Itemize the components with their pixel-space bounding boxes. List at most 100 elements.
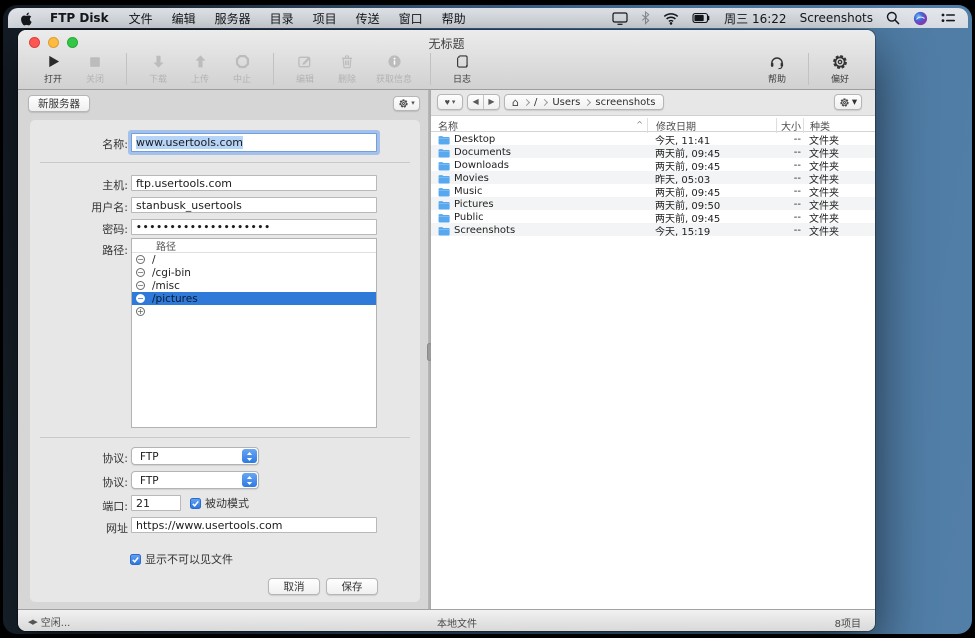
browser-toolbar: ♥ ▾ ◀ ▶ ⌂ / Users screenshots: [431, 90, 875, 116]
cancel-button[interactable]: 取消: [268, 578, 320, 595]
abort-button[interactable]: 中止: [223, 52, 261, 85]
file-row[interactable]: Downloads 两天前, 09:45 -- 文件夹: [431, 158, 875, 171]
content-area: 新服务器 ▾ 名称: www.usertools.com 主机: ftp.use…: [18, 90, 875, 609]
folder-icon: [438, 148, 450, 158]
path-row[interactable]: − /: [132, 253, 376, 266]
siri-icon[interactable]: [913, 11, 928, 26]
upload-arrow-icon: [193, 52, 208, 71]
file-table: 名称 ^ 修改日期 大小 种类 Desktop 今天, 11:41 -- 文件夹…: [431, 118, 875, 609]
menu-item-window[interactable]: 窗口: [399, 10, 423, 27]
delete-button[interactable]: 删除: [328, 52, 366, 85]
path-row[interactable]: − /cgi-bin: [132, 266, 376, 279]
status-idle: 空闲...: [41, 614, 71, 629]
title-bar[interactable]: 无标题: [18, 30, 875, 54]
protocol2-popup[interactable]: FTP: [131, 471, 259, 489]
chevron-right-icon: [523, 99, 530, 106]
back-button[interactable]: ◀: [468, 95, 483, 109]
username-field[interactable]: stanbusk_usertools: [131, 197, 377, 213]
toolbar-separator: [126, 53, 127, 85]
spotlight-search-icon[interactable]: [886, 11, 900, 25]
wifi-icon[interactable]: [663, 12, 679, 25]
column-header-date[interactable]: 修改日期: [647, 118, 776, 133]
menu-item-project[interactable]: 项目: [313, 10, 337, 27]
menu-item-help[interactable]: 帮助: [442, 10, 466, 27]
menu-clock[interactable]: 周三 16:22: [724, 10, 786, 27]
edit-button[interactable]: 编辑: [286, 52, 324, 85]
gear-icon: [831, 52, 849, 71]
column-header-name[interactable]: 名称 ^: [431, 118, 647, 133]
host-field[interactable]: ftp.usertools.com: [131, 175, 377, 191]
column-header-kind[interactable]: 种类: [803, 118, 875, 133]
remove-path-icon[interactable]: −: [136, 255, 145, 264]
apple-menu-icon[interactable]: [20, 11, 33, 26]
status-bar: ◀▶ 空闲... 本地文件 8项目: [18, 609, 875, 631]
add-path-icon[interactable]: +: [136, 307, 145, 316]
forward-button[interactable]: ▶: [484, 95, 499, 109]
chevron-down-icon: ▾: [411, 100, 415, 107]
file-row[interactable]: Documents 两天前, 09:45 -- 文件夹: [431, 145, 875, 158]
preferences-button[interactable]: 偏好: [821, 52, 859, 85]
toolbar-separator: [273, 53, 274, 85]
folder-icon: [438, 187, 450, 197]
file-row[interactable]: Screenshots 今天, 15:19 -- 文件夹: [431, 223, 875, 236]
log-button[interactable]: 日志: [443, 52, 481, 85]
main-toolbar: 打开 关闭 下载 上传 中止: [18, 52, 875, 90]
port-field[interactable]: 21: [131, 495, 181, 511]
remove-path-icon[interactable]: −: [136, 294, 145, 303]
column-header-size[interactable]: 大小: [776, 118, 803, 133]
close-server-button[interactable]: 关闭: [76, 52, 114, 85]
menu-item-transfer[interactable]: 传送: [356, 10, 380, 27]
ftp-disk-window: 无标题 打开 关闭 下载 上传: [18, 30, 875, 631]
bluetooth-icon[interactable]: [641, 11, 650, 25]
checkbox-checked-icon[interactable]: [130, 554, 141, 565]
remove-path-icon[interactable]: −: [136, 268, 145, 277]
file-row[interactable]: Music 两天前, 09:45 -- 文件夹: [431, 184, 875, 197]
menu-item-directory[interactable]: 目录: [270, 10, 294, 27]
path-list[interactable]: 路径 − / − /cgi-bin − /misc −: [131, 238, 377, 428]
new-server-button[interactable]: 新服务器: [28, 95, 90, 112]
favorites-button[interactable]: ♥ ▾: [437, 94, 463, 110]
menu-item-app[interactable]: FTP Disk: [50, 11, 109, 25]
home-icon[interactable]: ⌂: [512, 96, 519, 109]
file-row[interactable]: Public 两天前, 09:45 -- 文件夹: [431, 210, 875, 223]
display-icon[interactable]: [612, 11, 628, 26]
remove-path-icon[interactable]: −: [136, 281, 145, 290]
path-row[interactable]: − /misc: [132, 279, 376, 292]
menu-capture-app[interactable]: Screenshots: [800, 11, 873, 25]
save-button[interactable]: 保存: [326, 578, 378, 595]
battery-icon[interactable]: [692, 12, 711, 24]
name-label: 名称:: [30, 136, 128, 152]
server-actions-gear-button[interactable]: ▾: [393, 96, 420, 111]
name-field[interactable]: www.usertools.com: [131, 133, 377, 152]
browser-actions-gear-button[interactable]: ▾: [834, 94, 862, 110]
upload-button[interactable]: 上传: [181, 52, 219, 85]
menu-item-edit[interactable]: 编辑: [172, 10, 196, 27]
url-field[interactable]: https://www.usertools.com: [131, 517, 377, 533]
notification-center-icon[interactable]: [941, 12, 956, 24]
file-row[interactable]: Desktop 今天, 11:41 -- 文件夹: [431, 132, 875, 145]
menu-item-file[interactable]: 文件: [129, 10, 153, 27]
file-row[interactable]: Pictures 两天前, 09:50 -- 文件夹: [431, 197, 875, 210]
breadcrumb-root[interactable]: /: [534, 96, 537, 108]
path-row-selected[interactable]: − /pictures: [132, 292, 376, 305]
help-button[interactable]: 帮助: [758, 52, 796, 85]
password-field[interactable]: ••••••••••••••••••••: [131, 219, 377, 235]
open-button[interactable]: 打开: [34, 52, 72, 85]
download-button[interactable]: 下载: [139, 52, 177, 85]
play-icon: [46, 52, 61, 71]
menu-item-server[interactable]: 服务器: [215, 10, 251, 27]
path-list-header: 路径: [132, 239, 376, 253]
get-info-button[interactable]: 获取信息: [370, 52, 418, 85]
stop-square-icon: [88, 52, 102, 71]
add-path-row[interactable]: +: [132, 305, 376, 318]
checkbox-checked-icon[interactable]: [190, 498, 201, 509]
folder-icon: [438, 135, 450, 145]
breadcrumb-screenshots[interactable]: screenshots: [595, 96, 655, 108]
show-invisible-checkbox-row[interactable]: 显示不可以见文件: [130, 551, 233, 567]
passive-mode-checkbox-row[interactable]: 被动模式: [190, 495, 249, 511]
protocol1-label: 协议:: [30, 450, 128, 466]
breadcrumb-users[interactable]: Users: [552, 96, 580, 108]
file-row[interactable]: Movies 昨天, 05:03 -- 文件夹: [431, 171, 875, 184]
protocol1-popup[interactable]: FTP: [131, 447, 259, 465]
path-label: 路径:: [30, 242, 128, 258]
